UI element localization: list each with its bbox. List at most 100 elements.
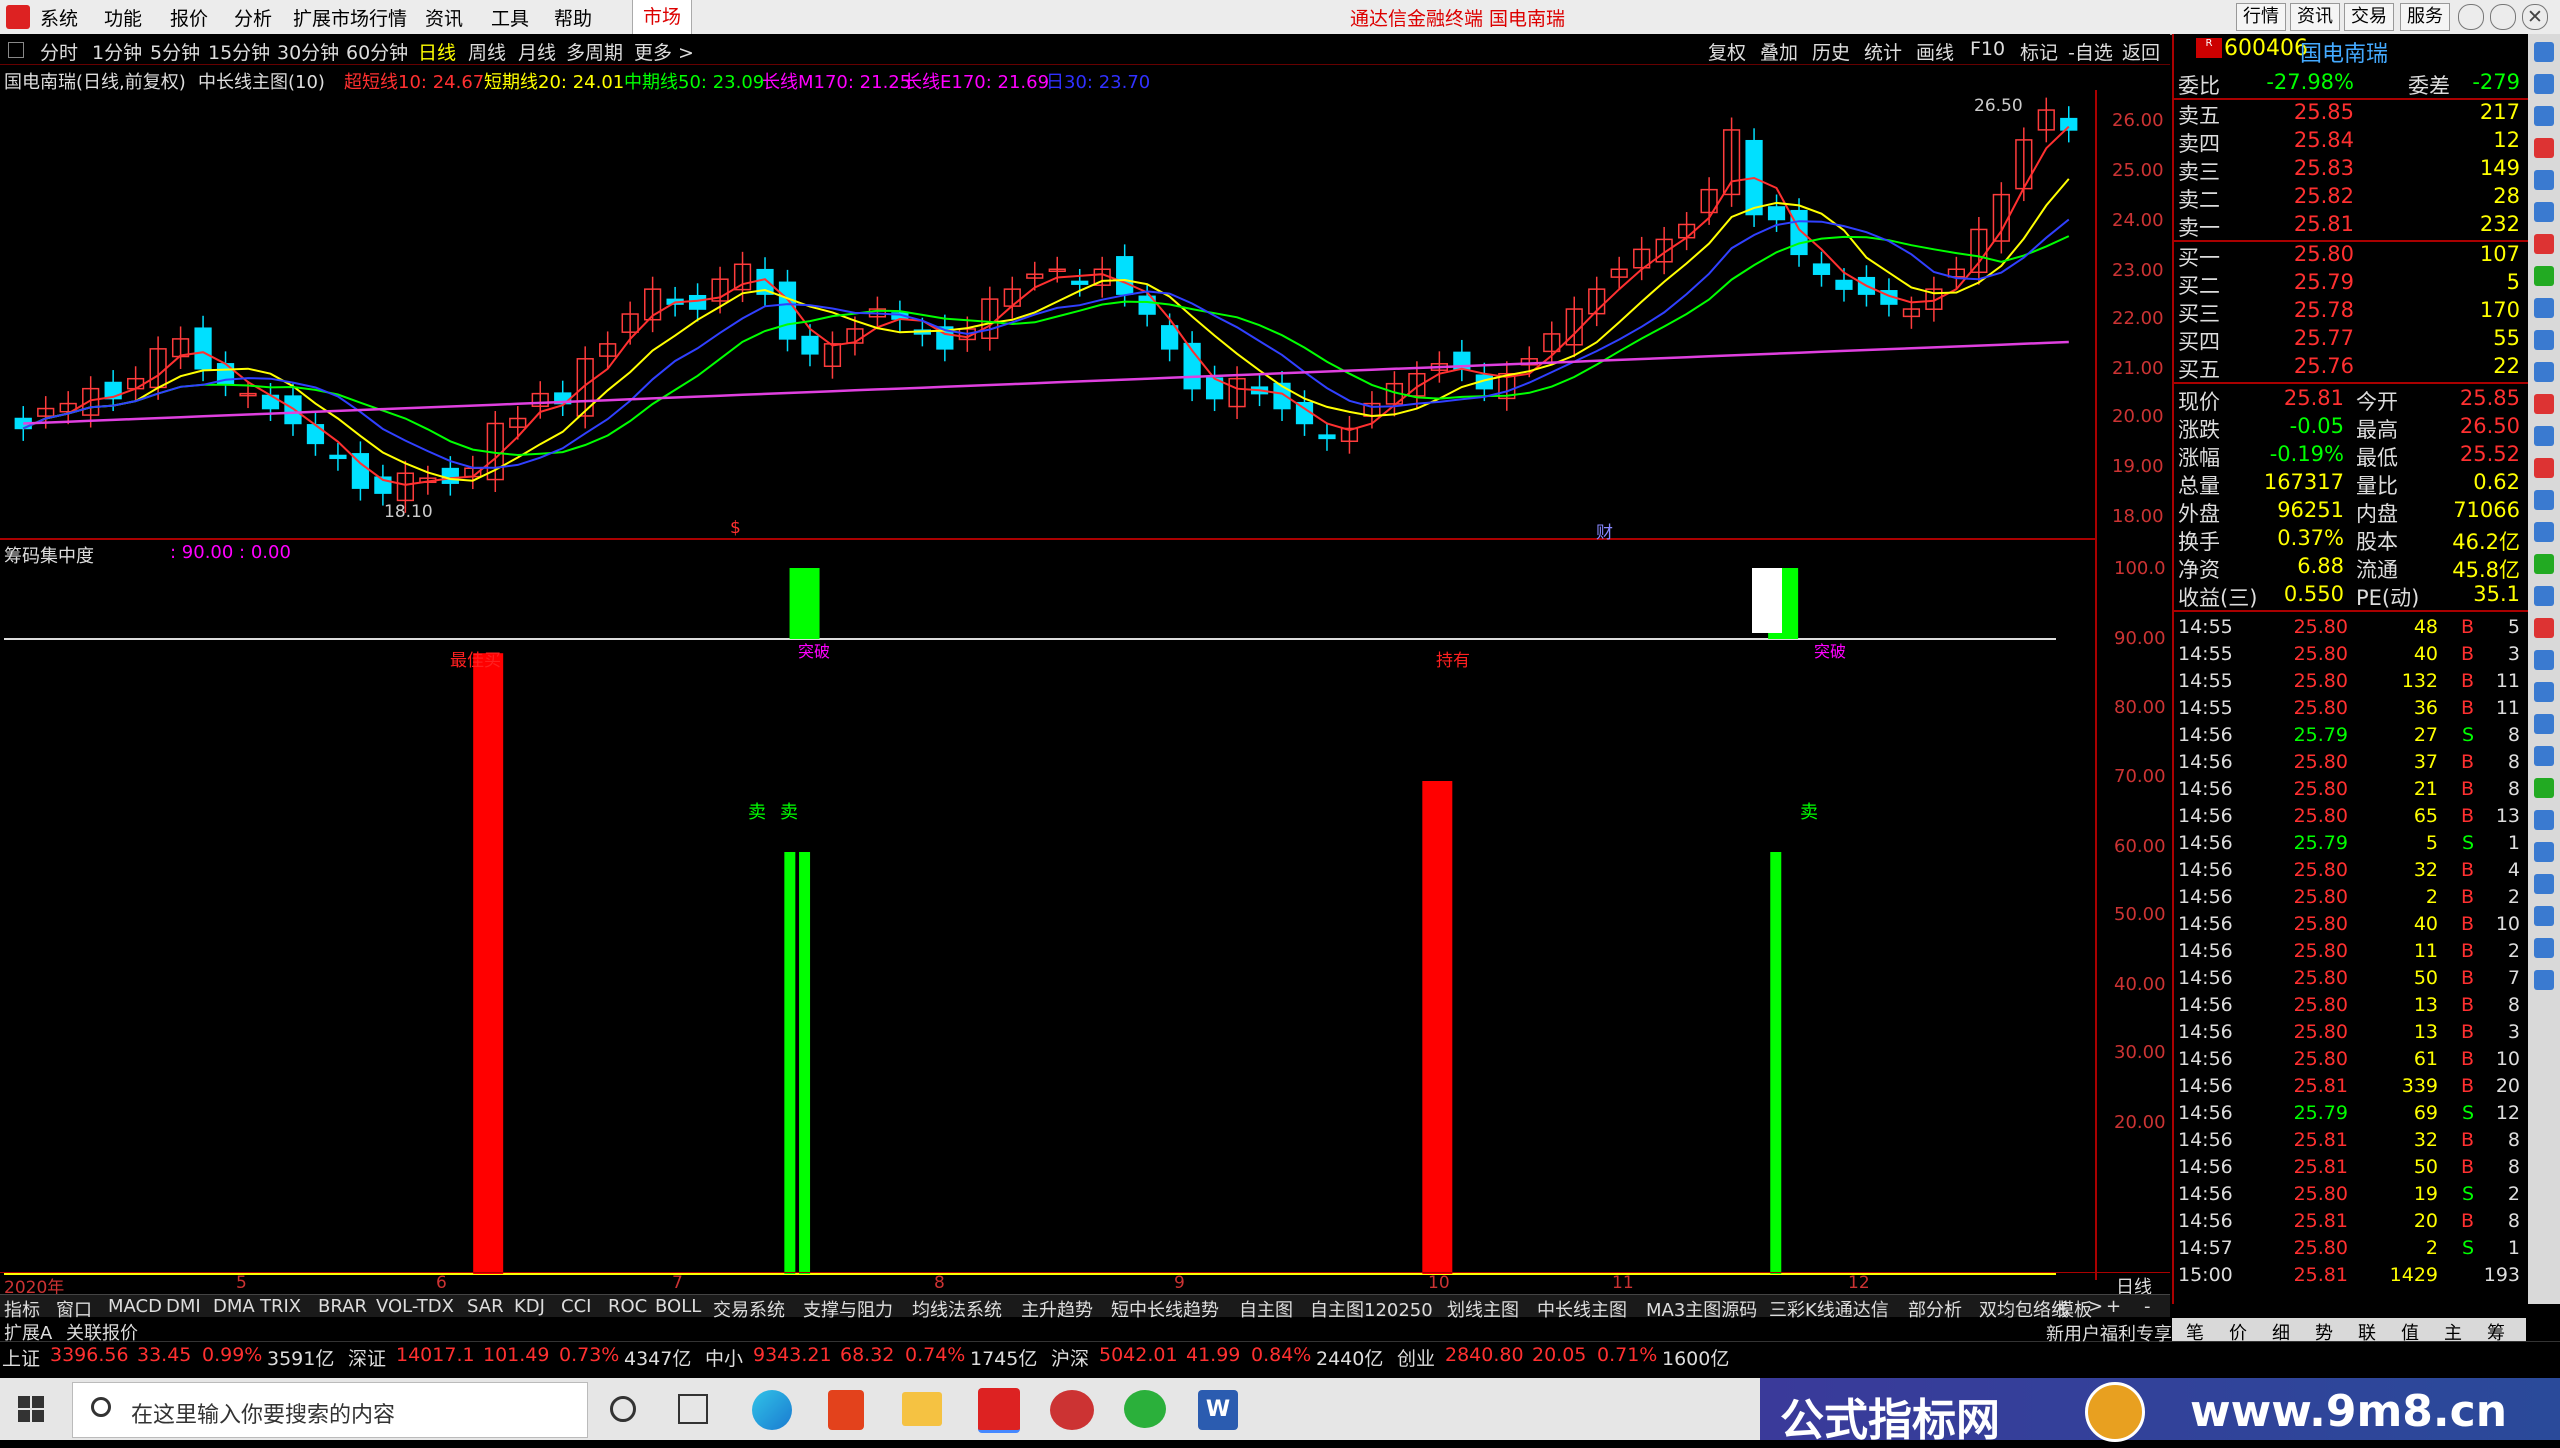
period-60min[interactable]: 60分钟 — [346, 38, 408, 65]
period-5min[interactable]: 5分钟 — [150, 38, 200, 65]
btn-huaxian[interactable]: 画线 — [1916, 38, 1954, 65]
tool-icon[interactable] — [2534, 170, 2554, 190]
tool-icon[interactable] — [2534, 874, 2554, 894]
btn-fuwu[interactable]: 服务 — [2400, 3, 2450, 31]
tool-icon[interactable] — [2534, 330, 2554, 350]
windows-start-icon[interactable] — [18, 1396, 44, 1422]
formula-tab[interactable]: SAR — [467, 1296, 504, 1317]
menu-info[interactable]: 资讯 — [425, 4, 463, 31]
menu-help[interactable]: 帮助 — [554, 4, 592, 31]
period-multi[interactable]: 多周期 — [566, 38, 623, 65]
tool-icon[interactable] — [2534, 682, 2554, 702]
btn-fanhui[interactable]: 返回 — [2122, 38, 2160, 65]
tool-icon[interactable] — [2534, 938, 2554, 958]
promo-link[interactable]: 新用户福利专享 — [2046, 1320, 2172, 1346]
formula-tab[interactable]: KDJ — [514, 1296, 545, 1317]
menu-quote[interactable]: 报价 — [170, 4, 208, 31]
tool-icon[interactable] — [2534, 298, 2554, 318]
formula-tab[interactable]: ROC — [608, 1296, 647, 1317]
task-view-icon[interactable] — [610, 1396, 636, 1422]
tool-icon[interactable] — [2534, 234, 2554, 254]
period-1min[interactable]: 1分钟 — [92, 38, 142, 65]
btn-lishi[interactable]: 历史 — [1812, 38, 1850, 65]
office-icon[interactable] — [828, 1390, 864, 1430]
menu-function[interactable]: 功能 — [104, 4, 142, 31]
tool-icon[interactable] — [2534, 650, 2554, 670]
formula-tab[interactable]: DMI — [166, 1296, 201, 1317]
period-more[interactable]: 更多 > — [634, 38, 694, 65]
word-icon[interactable]: W — [1198, 1390, 1238, 1430]
tool-icon[interactable] — [2534, 426, 2554, 446]
tool-icon[interactable] — [2534, 202, 2554, 222]
index-name[interactable]: 中小 — [705, 1344, 743, 1371]
tool-icon[interactable] — [2534, 42, 2554, 62]
multitask-icon[interactable] — [678, 1394, 708, 1424]
tool-icon[interactable] — [2534, 74, 2554, 94]
tool-icon[interactable] — [2534, 810, 2554, 830]
btn-hangqing[interactable]: 行情 — [2236, 3, 2286, 31]
tool-icon[interactable] — [2534, 362, 2554, 382]
tool-icon[interactable] — [2534, 778, 2554, 798]
tool-icon[interactable] — [2534, 554, 2554, 574]
menu-tools[interactable]: 工具 — [491, 4, 529, 31]
btn-fuquan[interactable]: 复权 — [1708, 38, 1746, 65]
formula-tab[interactable]: MACD — [108, 1296, 162, 1317]
folder-icon[interactable] — [902, 1392, 942, 1426]
tool-icon[interactable] — [2534, 618, 2554, 638]
close-icon[interactable]: ✕ — [2522, 4, 2548, 30]
kline-chart[interactable] — [0, 90, 2172, 540]
formula-tab[interactable]: CCI — [561, 1296, 591, 1317]
tool-icon[interactable] — [2534, 394, 2554, 414]
btn-diejia[interactable]: 叠加 — [1760, 38, 1798, 65]
tool-icon[interactable] — [2534, 106, 2554, 126]
index-name[interactable]: 上证 — [2, 1344, 40, 1371]
menu-market-tab[interactable]: 市场 — [632, 0, 693, 34]
formula-tab[interactable]: DMA — [213, 1296, 255, 1317]
tool-icon[interactable] — [2534, 458, 2554, 478]
tdx-app-icon[interactable] — [978, 1388, 1020, 1433]
wechat-icon[interactable] — [1124, 1390, 1166, 1428]
tool-icon[interactable] — [2534, 746, 2554, 766]
period-fenshi[interactable]: 分时 — [40, 38, 78, 65]
menu-system[interactable]: 系统 — [40, 4, 78, 31]
index-name[interactable]: 创业 — [1397, 1344, 1435, 1371]
index-name[interactable]: 沪深 — [1051, 1344, 1089, 1371]
formula-tab[interactable]: BRAR — [318, 1296, 367, 1317]
btn-zixun[interactable]: 资讯 — [2290, 3, 2340, 31]
period-30min[interactable]: 30分钟 — [277, 38, 339, 65]
tool-icon[interactable] — [2534, 522, 2554, 542]
tool-icon[interactable] — [2534, 586, 2554, 606]
taskbar-search[interactable]: 在这里输入你要搜索的内容 — [72, 1382, 588, 1438]
formula-tab[interactable]: TRIX — [260, 1296, 301, 1317]
tool-icon[interactable] — [2534, 138, 2554, 158]
tool-icon[interactable] — [2534, 714, 2554, 734]
tool-icon[interactable] — [2534, 266, 2554, 286]
formula-tab[interactable]: BOLL — [655, 1296, 701, 1317]
chip-concentration-chart[interactable] — [0, 540, 2172, 1280]
index-name[interactable]: 深证 — [348, 1344, 386, 1371]
maximize-icon[interactable] — [2490, 4, 2516, 30]
menu-ext-market[interactable]: 扩展市场行情 — [293, 4, 407, 31]
cards-app-icon[interactable] — [1050, 1390, 1094, 1430]
period-day[interactable]: 日线 — [418, 38, 456, 65]
btn-jiaoyi[interactable]: 交易 — [2344, 3, 2394, 31]
period-month[interactable]: 月线 — [518, 38, 556, 65]
toolbar-toggle-icon[interactable] — [8, 42, 24, 58]
btn-f10[interactable]: F10 — [1970, 38, 2005, 60]
dividend-marker[interactable]: $ — [730, 518, 741, 538]
tool-icon[interactable] — [2534, 490, 2554, 510]
period-15min[interactable]: 15分钟 — [208, 38, 270, 65]
tool-icon[interactable] — [2534, 970, 2554, 990]
formula-tab[interactable]: - — [2144, 1296, 2151, 1317]
edge-icon[interactable] — [752, 1390, 792, 1430]
minimize-icon[interactable] — [2458, 4, 2484, 30]
btn-tongji[interactable]: 统计 — [1864, 38, 1902, 65]
btn-biaoji[interactable]: 标记 — [2020, 38, 2058, 65]
period-week[interactable]: 周线 — [468, 38, 506, 65]
tool-icon[interactable] — [2534, 842, 2554, 862]
btn-zixuan[interactable]: -自选 — [2068, 38, 2113, 65]
formula-tab[interactable]: VOL-TDX — [376, 1296, 454, 1317]
menu-analysis[interactable]: 分析 — [234, 4, 272, 31]
tool-icon[interactable] — [2534, 906, 2554, 926]
formula-tab[interactable]: + — [2106, 1296, 2121, 1317]
